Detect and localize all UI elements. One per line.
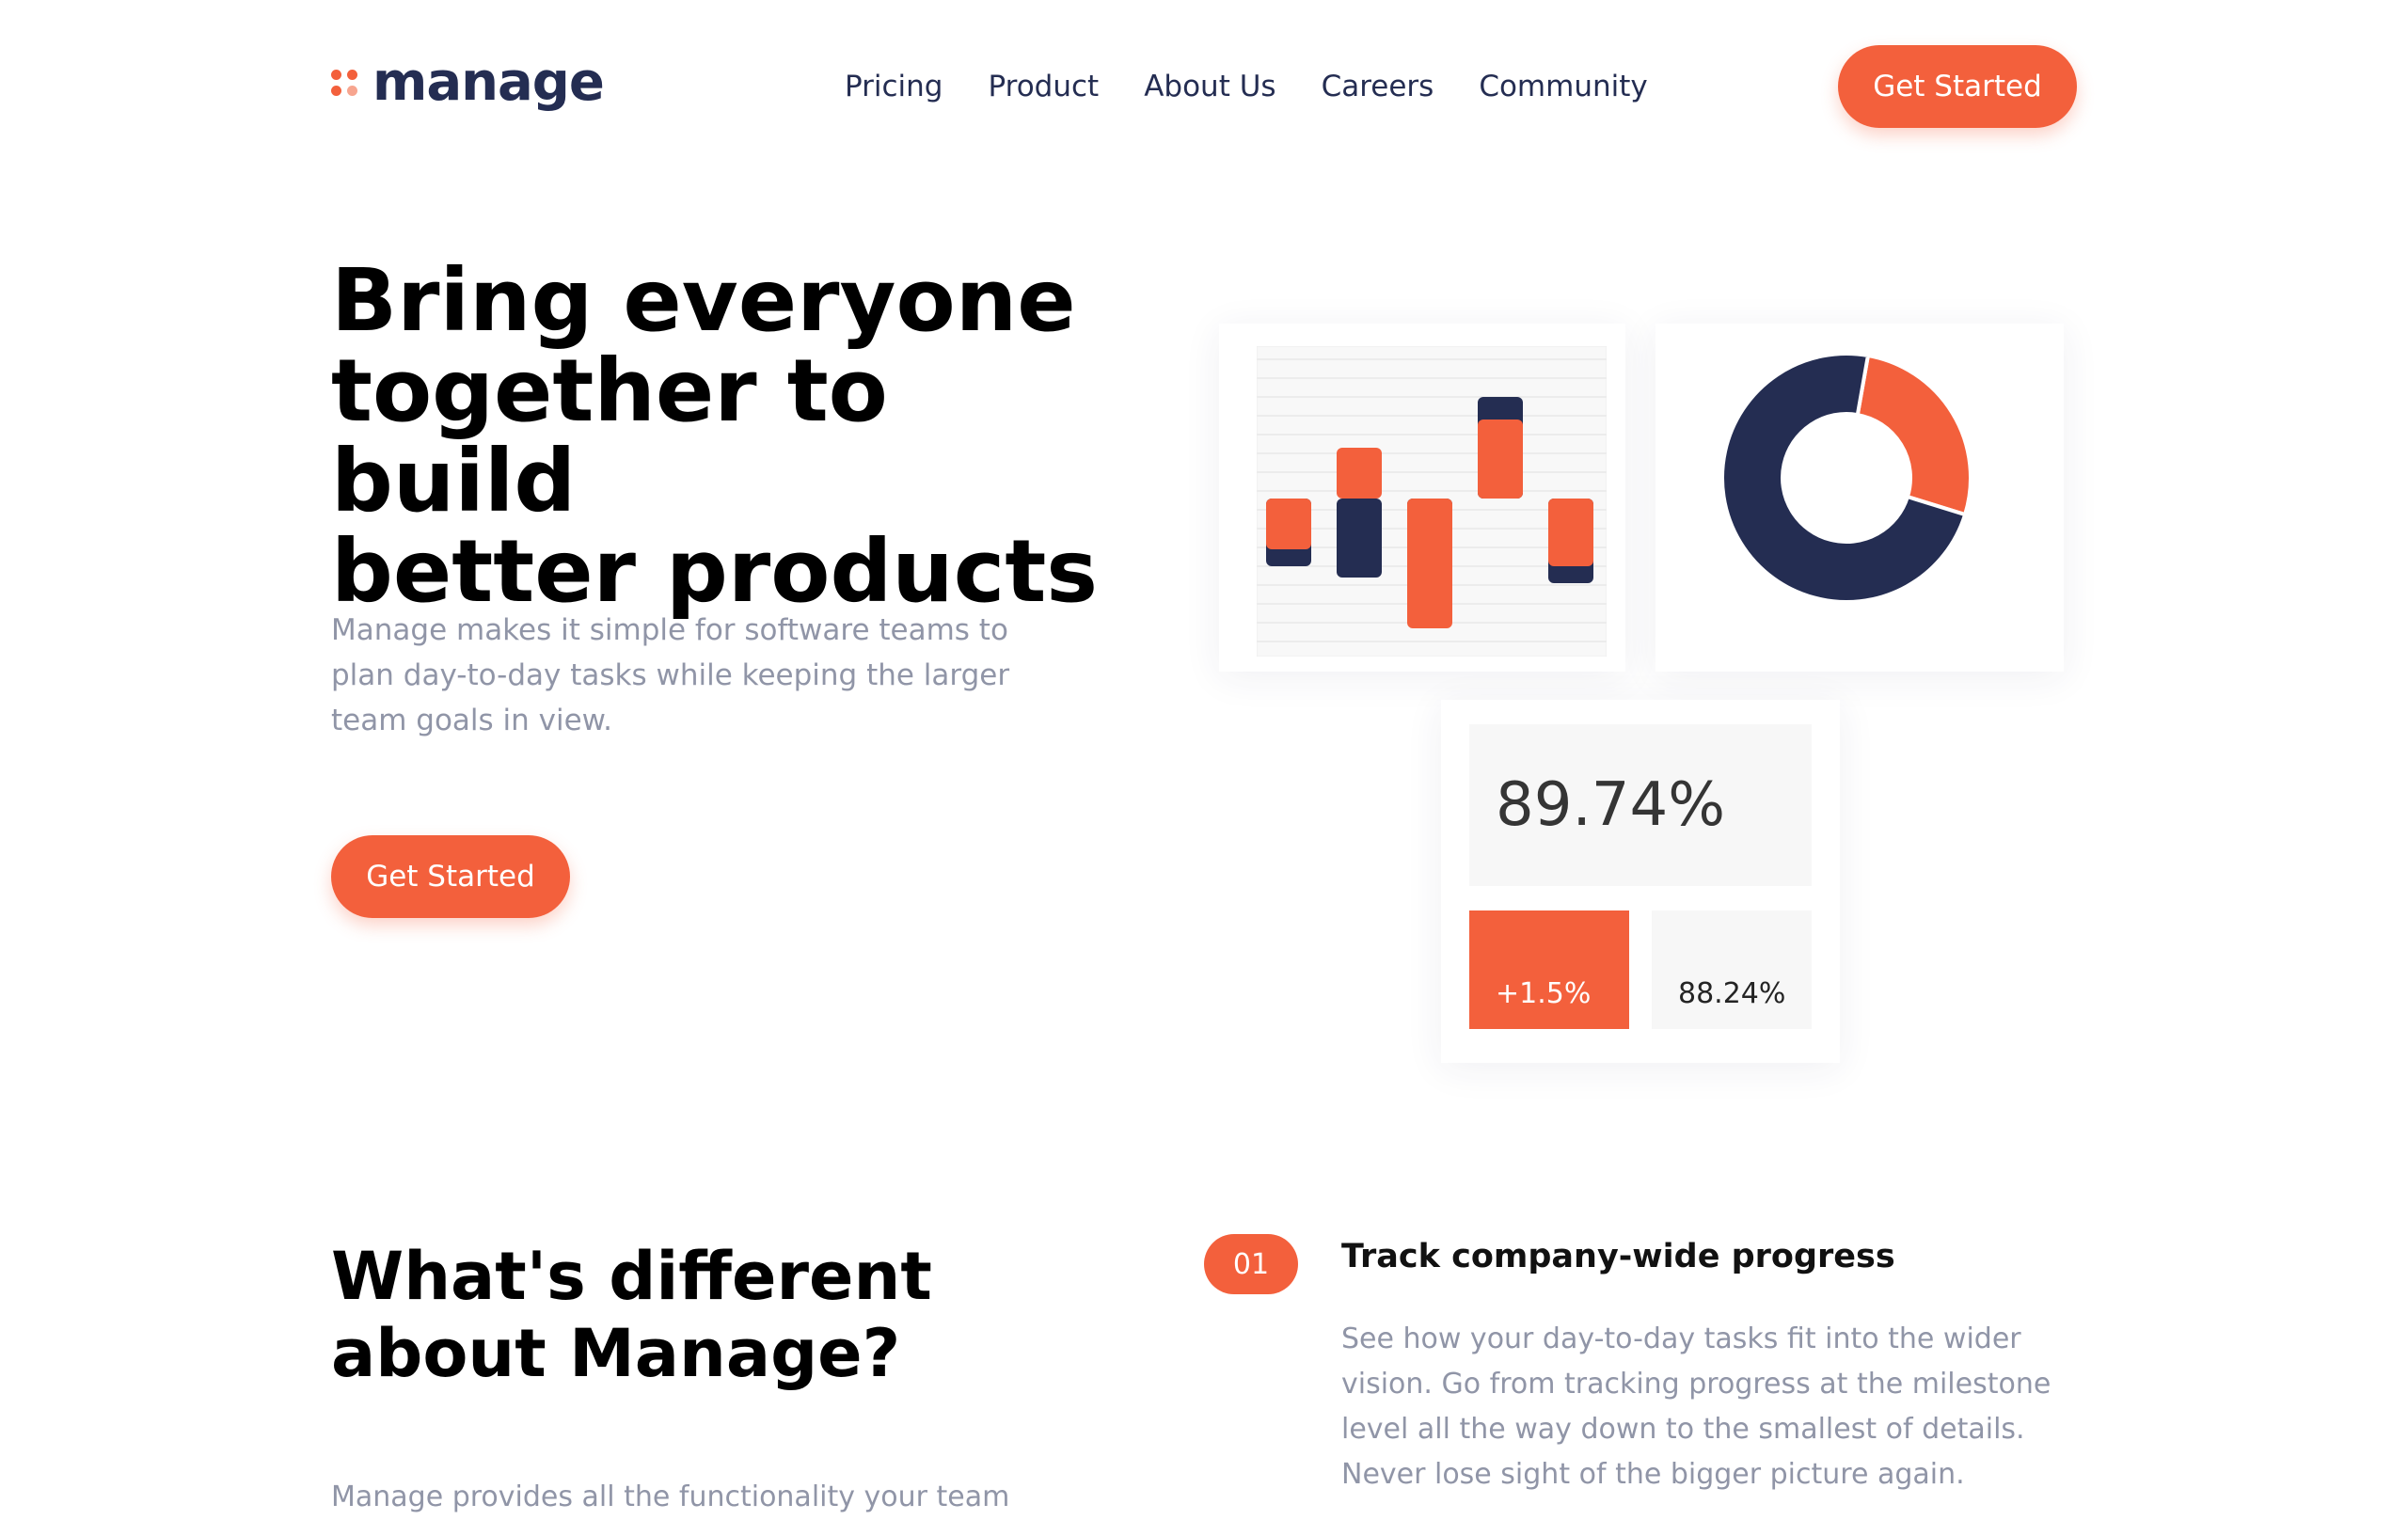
logo[interactable]: manage: [331, 52, 605, 113]
bar-orange: [1266, 499, 1311, 549]
main-nav: Pricing Product About Us Careers Communi…: [845, 70, 1648, 103]
bar-orange: [1478, 420, 1523, 499]
logo-dots-icon: [331, 70, 357, 96]
bar-chart-card: [1219, 324, 1625, 672]
feature-number-badge: 01: [1204, 1234, 1298, 1294]
logo-text: manage: [372, 52, 605, 113]
hero-get-started-button[interactable]: Get Started: [331, 835, 570, 918]
bar-orange: [1337, 448, 1382, 499]
hero-title-line: better products: [331, 521, 1099, 622]
stat-change-badge: +1.5%: [1469, 910, 1629, 1029]
feature-title: Track company-wide progress: [1341, 1238, 1895, 1275]
hero-title-line: together to build: [331, 340, 888, 531]
nav-product[interactable]: Product: [989, 70, 1100, 103]
bar-dark: [1337, 499, 1382, 578]
nav-community[interactable]: Community: [1479, 70, 1647, 103]
section-heading: What's different about Manage?: [331, 1238, 932, 1392]
nav-careers[interactable]: Careers: [1322, 70, 1434, 103]
donut-chart: [1720, 352, 1972, 604]
donut-chart-card: [1656, 324, 2064, 672]
bar-orange: [1407, 499, 1452, 628]
nav-pricing[interactable]: Pricing: [845, 70, 943, 103]
stat-main-value: 89.74%: [1469, 724, 1812, 886]
feature-description: See how your day-to-day tasks fit into t…: [1341, 1322, 2052, 1491]
bar-orange: [1548, 499, 1593, 566]
donut-segment: [1855, 353, 1972, 517]
stat-secondary-value: 88.24%: [1652, 910, 1812, 1029]
section-description: Manage provides all the functionality yo…: [331, 1480, 1010, 1513]
bar-chart: [1257, 346, 1607, 657]
hero-description: Manage makes it simple for software team…: [331, 613, 1010, 737]
nav-about-us[interactable]: About Us: [1144, 70, 1275, 103]
header-get-started-button[interactable]: Get Started: [1838, 45, 2077, 128]
hero-title: Bring everyone together to build better …: [331, 256, 1140, 617]
hero-title-line: Bring everyone: [331, 250, 1076, 351]
